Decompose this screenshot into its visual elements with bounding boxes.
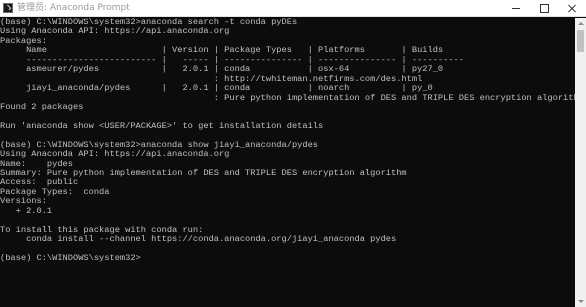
console-line: Versions:	[0, 196, 47, 207]
console-output[interactable]: (base) C:\WINDOWS\system32>anaconda sear…	[0, 18, 575, 307]
terminal-window: 管理员: Anaconda Prompt (base) C:\WINDOWS\s…	[0, 0, 586, 307]
console-line: conda install --channel https://conda.an…	[0, 234, 397, 245]
console-line: Package Types: conda	[0, 186, 110, 197]
console-line: + 2.0.1	[0, 205, 53, 216]
console-line: Using Anaconda API: https://api.anaconda…	[0, 149, 230, 160]
minimize-button[interactable]	[502, 0, 530, 16]
vertical-scrollbar[interactable]	[575, 18, 586, 307]
console-prompt-line[interactable]: (base) C:\WINDOWS\system32>	[0, 253, 575, 263]
maximize-button[interactable]	[530, 0, 558, 16]
console-app-icon	[3, 3, 13, 13]
console-line: Using Anaconda API: https://api.anaconda…	[0, 26, 230, 37]
window-title: 管理员: Anaconda Prompt	[17, 3, 130, 13]
title-bar[interactable]: 管理员: Anaconda Prompt	[0, 0, 586, 17]
scroll-up-arrow-icon[interactable]	[575, 18, 586, 29]
scroll-thumb[interactable]	[577, 30, 584, 52]
console-line: Found 2 packages	[0, 101, 84, 112]
console-line: Summary: Pure python implementation of D…	[0, 168, 407, 178]
console-line: : Pure python implementation of DES and …	[0, 92, 575, 103]
scroll-down-arrow-icon[interactable]	[575, 296, 586, 307]
console-line: Run 'anaconda show <USER/PACKAGE>' to ge…	[0, 120, 324, 131]
close-button[interactable]	[558, 0, 586, 16]
